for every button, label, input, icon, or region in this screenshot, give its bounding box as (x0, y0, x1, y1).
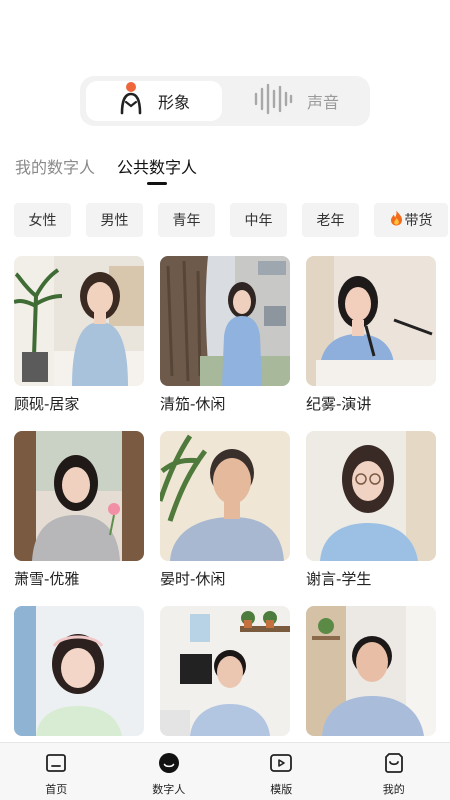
avatar-voice-switch: 形象 声音 (80, 76, 370, 126)
avatar-card[interactable]: 晏时-休闲 (160, 431, 290, 589)
template-icon (269, 752, 293, 778)
avatar-thumbnail (160, 606, 290, 736)
avatar-card[interactable]: 清笳-休闲 (160, 256, 290, 414)
avatar-card[interactable]: 纪雾-演讲 (306, 256, 436, 414)
avatar-card[interactable]: 顾砚-居家 (14, 256, 144, 414)
avatar-name: 晏时-休闲 (160, 570, 226, 588)
profile-icon (383, 752, 405, 778)
avatar-name: 清笳-休闲 (160, 395, 226, 413)
avatar-thumbnail (306, 606, 436, 736)
digital-human-tabs: 我的数字人 公共数字人 (15, 157, 197, 185)
filter-chips: 女性 男性 青年 中年 老年 带货 (14, 203, 448, 237)
avatar-name: 顾砚-居家 (14, 395, 80, 413)
bottom-navigation: 首页 数字人 模版 我的 (0, 742, 450, 800)
nav-label: 首页 (45, 783, 68, 796)
avatar-card[interactable]: 谢言-学生 (306, 431, 436, 589)
chip-label: 老年 (316, 213, 345, 229)
segment-image-button[interactable]: 形象 (86, 81, 222, 121)
waveform-icon (253, 82, 293, 120)
avatar-thumbnail (160, 431, 290, 561)
avatar-thumbnail (14, 256, 144, 386)
filter-middle-aged[interactable]: 中年 (230, 203, 287, 237)
filter-male[interactable]: 男性 (86, 203, 143, 237)
person-icon (118, 81, 144, 121)
chip-label: 中年 (244, 213, 273, 229)
avatar-name: 谢言-学生 (306, 570, 372, 588)
tab-label: 我的数字人 (15, 158, 96, 177)
nav-label: 数字人 (152, 783, 186, 796)
filter-female[interactable]: 女性 (14, 203, 71, 237)
tab-my-digital-humans[interactable]: 我的数字人 (15, 157, 95, 185)
nav-template[interactable]: 模版 (225, 743, 338, 800)
nav-home[interactable]: 首页 (0, 743, 113, 800)
avatar-thumbnail (14, 606, 144, 736)
avatar-card[interactable]: 萧雪-优雅 (14, 431, 144, 589)
avatar-card[interactable] (14, 606, 144, 764)
avatar-thumbnail (14, 431, 144, 561)
avatar-card[interactable] (306, 606, 436, 764)
segment-voice-button[interactable]: 声音 (228, 81, 364, 121)
digital-human-icon (158, 752, 180, 778)
segment-voice-label: 声音 (306, 93, 339, 112)
active-tab-indicator (147, 182, 168, 185)
tab-label: 公共数字人 (117, 158, 198, 177)
avatar-card[interactable] (160, 606, 290, 764)
avatar-thumbnail (160, 256, 290, 386)
nav-label: 我的 (382, 783, 405, 796)
nav-profile[interactable]: 我的 (338, 743, 450, 800)
nav-digital-human[interactable]: 数字人 (113, 743, 226, 800)
avatar-thumbnail (306, 431, 436, 561)
tab-public-digital-humans[interactable]: 公共数字人 (117, 157, 197, 185)
filter-elderly[interactable]: 老年 (302, 203, 359, 237)
home-icon (45, 752, 67, 778)
chip-label: 男性 (100, 213, 129, 229)
fire-icon (390, 210, 403, 230)
filter-live-selling[interactable]: 带货 (374, 203, 448, 237)
chip-label: 女性 (28, 213, 57, 229)
chip-label: 带货 (404, 213, 433, 229)
filter-youth[interactable]: 青年 (158, 203, 215, 237)
segment-image-label: 形象 (157, 93, 190, 112)
avatar-thumbnail (306, 256, 436, 386)
chip-label: 青年 (172, 213, 201, 229)
nav-label: 模版 (270, 783, 293, 796)
avatar-name: 纪雾-演讲 (306, 395, 372, 413)
avatar-name: 萧雪-优雅 (14, 570, 80, 588)
